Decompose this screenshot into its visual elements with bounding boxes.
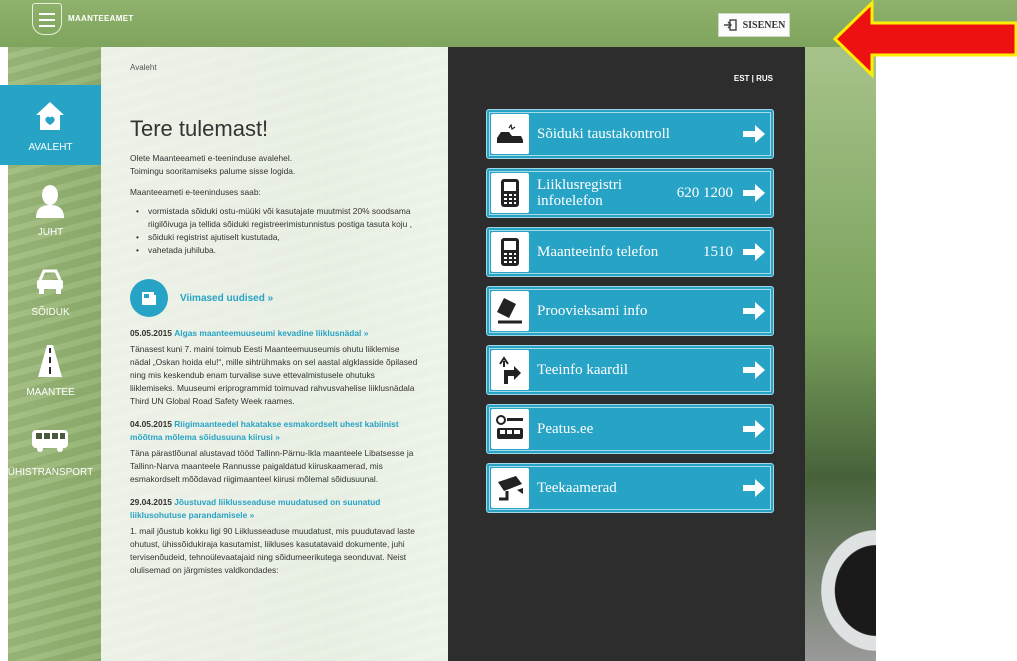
service-name: Teekaamerad	[537, 480, 617, 496]
service-name: Maanteeinfo telefon	[537, 244, 659, 260]
news-date: 04.05.2015	[130, 419, 172, 429]
features-list: vormistada sõiduki ostu-müüki või kasuta…	[136, 205, 420, 257]
service-name: Sõiduki taustakontroll	[537, 126, 670, 142]
phone-icon	[491, 232, 529, 272]
news-date: 29.04.2015	[130, 497, 172, 507]
service-number: 620 1200	[676, 184, 733, 201]
nav-label: SÕIDUK	[31, 307, 70, 318]
news-item: 05.05.2015 Algas maanteemuuseumi kevadin…	[130, 327, 420, 408]
arrow-right-icon	[743, 243, 765, 261]
language-switcher: EST | RUS	[734, 74, 773, 83]
main-nav: AVALEHT JUHT SÕIDUK MAANTEE ÜHISTRANSPOR…	[0, 75, 101, 495]
breadcrumb[interactable]: Avaleht	[130, 61, 420, 74]
news-item: 04.05.2015 Riigimaanteedel hakatakse esm…	[130, 418, 420, 486]
arrow-right-icon	[743, 125, 765, 143]
nav-item-uhistransport[interactable]: ÜHISTRANSPORT	[0, 410, 101, 490]
nav-label: ÜHISTRANSPORT	[7, 467, 94, 478]
news-title-link[interactable]: Algas maanteemuuseumi kevadine liiklusnä…	[174, 328, 368, 338]
intro-text: Olete Maanteeameti e-teeninduse avalehel…	[130, 152, 420, 178]
road-icon	[38, 345, 62, 377]
intro-lead: Maanteeameti e-teeninduses saab:	[130, 187, 261, 197]
bus-icon	[32, 430, 68, 452]
lang-rus[interactable]: RUS	[756, 74, 773, 83]
list-item: vahetada juhiluba.	[136, 244, 420, 257]
page-title: Tere tulemast!	[130, 116, 269, 141]
arrow-right-icon	[743, 302, 765, 320]
nav-item-soiduk[interactable]: SÕIDUK	[0, 250, 101, 330]
car-icon	[37, 269, 63, 294]
service-liiklusregistri-infotelefon[interactable]: Liiklusregistri infotelefon 620 1200	[486, 168, 774, 218]
car-crash-icon	[491, 114, 529, 154]
coat-of-arms-logo[interactable]	[32, 3, 62, 35]
news-body: 1. mail jõustub kokku ligi 90 Liiklussea…	[130, 526, 415, 575]
service-teekaamerad[interactable]: Teekaamerad	[486, 463, 774, 513]
main-content: Avaleht Tere tulemast! Olete Maanteeamet…	[101, 47, 448, 661]
list-item: sõiduki registrist ajutiselt kustutada,	[136, 231, 420, 244]
service-maanteeinfo-telefon[interactable]: Maanteeinfo telefon 1510	[486, 227, 774, 277]
service-name: Teeinfo kaardil	[537, 362, 628, 378]
latest-news-link[interactable]: Viimased uudised »	[180, 292, 273, 305]
newspaper-icon	[142, 292, 156, 305]
bus-stop-icon	[491, 409, 529, 449]
car-mirror-image	[812, 520, 876, 661]
service-name: Liiklusregistri infotelefon	[537, 177, 622, 209]
login-button[interactable]: SISENEN	[718, 13, 790, 37]
login-label: SISENEN	[742, 19, 786, 31]
login-icon	[723, 19, 737, 31]
news-date: 05.05.2015	[130, 328, 172, 338]
news-item: 29.04.2015 Jõustuvad liiklusseaduse muud…	[130, 496, 420, 577]
phone-icon	[491, 173, 529, 213]
nav-label: AVALEHT	[28, 142, 73, 153]
news-body: Tänasest kuni 7. maini toimub Eesti Maan…	[130, 344, 418, 406]
nav-item-avaleht[interactable]: AVALEHT	[0, 85, 101, 165]
brand-name: MAANTEEAMET	[68, 14, 134, 23]
nav-label: JUHT	[37, 227, 64, 238]
service-panel: EST | RUS Sõiduki taustakontroll Liiklus…	[448, 47, 805, 661]
arrow-right-icon	[743, 361, 765, 379]
service-proovieksami-info[interactable]: Proovieksami info	[486, 286, 774, 336]
news-icon[interactable]	[130, 279, 168, 317]
news-header: Viimased uudised »	[130, 279, 420, 317]
arrow-right-icon	[743, 184, 765, 202]
lang-est[interactable]: EST	[734, 74, 750, 83]
service-name: Peatus.ee	[537, 421, 594, 437]
arrow-right-icon	[743, 420, 765, 438]
arrow-right-icon	[743, 479, 765, 497]
annotation-arrow-icon	[832, 0, 1017, 78]
eraser-icon	[491, 291, 529, 331]
lions-icon	[39, 13, 55, 27]
service-soiduki-taustakontroll[interactable]: Sõiduki taustakontroll	[486, 109, 774, 159]
service-number: 1510	[703, 243, 733, 260]
service-teeinfo-kaardil[interactable]: Teeinfo kaardil	[486, 345, 774, 395]
list-item: vormistada sõiduki ostu-müüki või kasuta…	[136, 205, 420, 231]
camera-icon	[491, 468, 529, 508]
intro-line: Olete Maanteeameti e-teeninduse avalehel…	[130, 153, 293, 163]
news-body: Täna pärastlõunal alustavad tööd Tallinn…	[130, 448, 414, 484]
person-icon	[36, 185, 64, 218]
directions-icon	[491, 350, 529, 390]
service-peatus-ee[interactable]: Peatus.ee	[486, 404, 774, 454]
home-icon	[36, 102, 64, 130]
nav-item-maantee[interactable]: MAANTEE	[0, 330, 101, 410]
intro-line: Toimingu sooritamiseks palume sisse logi…	[130, 166, 296, 176]
service-name: Proovieksami info	[537, 303, 648, 319]
nav-label: MAANTEE	[26, 387, 75, 398]
nav-item-juht[interactable]: JUHT	[0, 170, 101, 250]
